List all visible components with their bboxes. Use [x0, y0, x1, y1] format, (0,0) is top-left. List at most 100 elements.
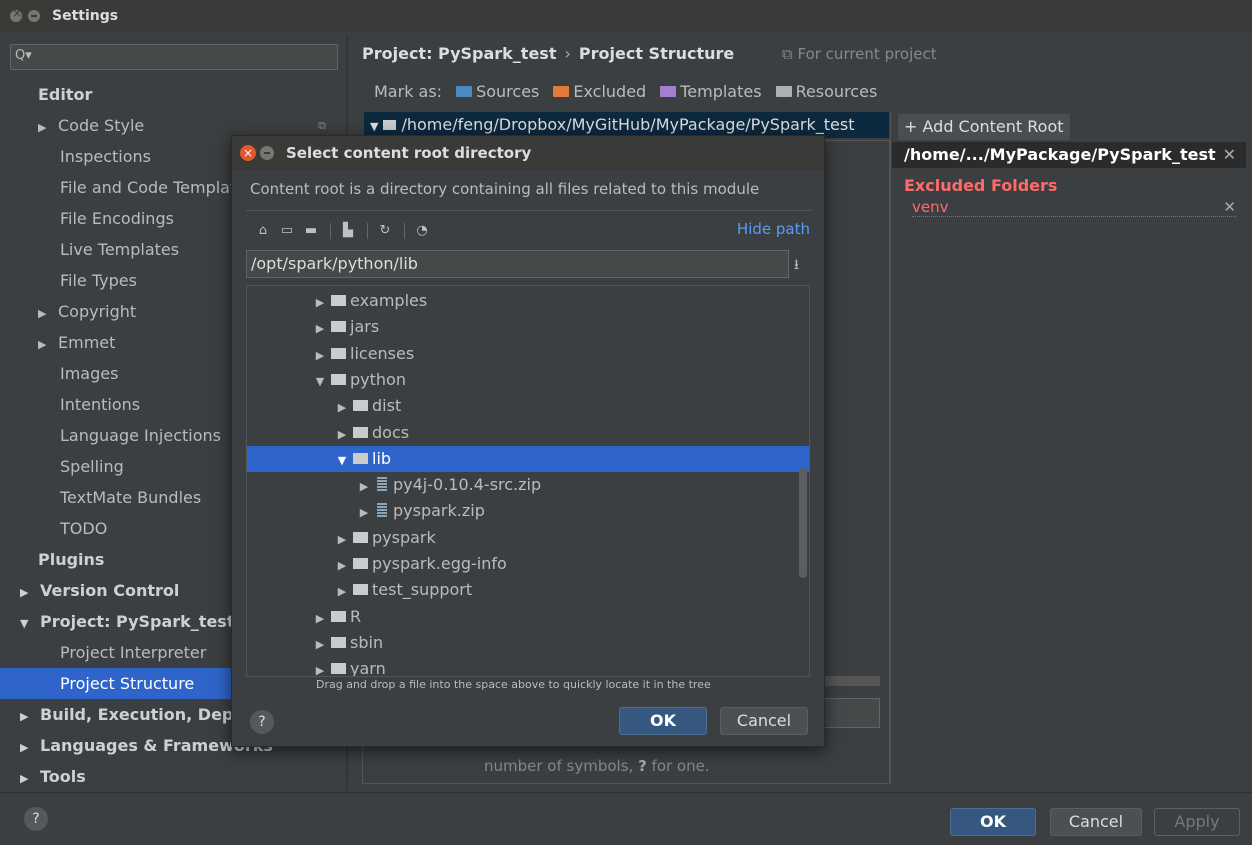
add-content-root-button[interactable]: + Add Content Root — [898, 114, 1070, 140]
sidebar-item-label: TODO — [60, 519, 108, 538]
mark-as-sources-button[interactable]: Sources — [456, 82, 539, 101]
file-tree-label: test_support — [372, 580, 473, 600]
sidebar-item-label: TextMate Bundles — [60, 488, 202, 507]
folder-icon — [331, 347, 346, 359]
file-tree-row[interactable]: ▶ test_support — [247, 577, 809, 603]
dialog-cancel-button[interactable]: Cancel — [720, 707, 808, 735]
sidebar-item-label: Emmet — [58, 333, 116, 352]
expand-arrow-icon[interactable]: ▶ — [20, 577, 40, 608]
expand-arrow-icon[interactable]: ▶ — [20, 763, 40, 794]
file-tree-label: py4j-0.10.4-src.zip — [393, 475, 542, 495]
expand-arrow-icon[interactable]: ▶ — [331, 422, 353, 448]
file-tree-label: yarn — [350, 659, 386, 677]
ok-button[interactable]: OK — [950, 808, 1036, 836]
file-tree-label: pyspark — [372, 527, 436, 547]
sidebar-item-label: Language Injections — [60, 426, 221, 445]
expand-arrow-icon[interactable]: ▶ — [309, 343, 331, 369]
sidebar-item[interactable]: ▶ Tools — [0, 761, 346, 792]
breadcrumb-separator: › — [564, 44, 571, 63]
file-tree-row[interactable]: ▶ pyspark — [247, 525, 809, 551]
expand-arrow-icon[interactable]: ▶ — [353, 474, 375, 500]
file-tree-row[interactable]: ▶ yarn — [247, 656, 809, 677]
download-icon[interactable]: ⭳ — [794, 254, 799, 278]
archive-icon — [377, 477, 387, 492]
file-tree-row[interactable]: ▶ R — [247, 604, 809, 630]
home-icon[interactable]: ⌂ — [252, 222, 274, 240]
mark-as-resources-button[interactable]: Resources — [775, 82, 877, 101]
expand-arrow-icon[interactable]: ▶ — [38, 298, 58, 329]
sidebar-item-label: Tools — [40, 767, 86, 786]
expand-arrow-icon[interactable]: ▶ — [353, 500, 375, 526]
folder-icon — [353, 426, 368, 438]
exclude-pattern-input[interactable] — [824, 698, 880, 728]
refresh-icon[interactable]: ↻ — [374, 222, 396, 240]
file-tree-row[interactable]: ▶ py4j-0.10.4-src.zip — [247, 472, 809, 498]
path-input[interactable]: /opt/spark/python/lib — [246, 250, 789, 278]
folder-icon — [353, 558, 368, 569]
dialog-close-icon[interactable]: × — [240, 145, 256, 161]
collapse-arrow-icon[interactable]: ▼ — [309, 369, 331, 395]
sidebar-item-label: Images — [60, 364, 119, 383]
mark-as-excluded-button[interactable]: Excluded — [553, 82, 646, 101]
expand-arrow-icon[interactable]: ▶ — [38, 112, 58, 143]
window-title-bar: Settings — [0, 0, 1252, 32]
sidebar-item[interactable]: Editor — [0, 79, 346, 110]
expand-arrow-icon[interactable]: ▶ — [38, 329, 58, 360]
mark-as-templates-button[interactable]: Templates — [660, 82, 762, 101]
collapse-arrow-icon[interactable]: ▼ — [20, 608, 40, 639]
dialog-help-button[interactable]: ? — [250, 710, 274, 734]
expand-arrow-icon[interactable]: ▶ — [309, 606, 331, 632]
folder-icon — [331, 373, 346, 385]
sidebar-item-label: Project Interpreter — [60, 643, 207, 662]
pattern-hint: number of symbols, ? for one. — [484, 757, 710, 775]
dialog-ok-button[interactable]: OK — [619, 707, 707, 735]
expand-arrow-icon[interactable]: ▶ — [331, 527, 353, 553]
sidebar-item-label: File Types — [60, 271, 137, 290]
sidebar-item-label: Copyright — [58, 302, 137, 321]
new-folder-icon[interactable]: ▙ — [337, 222, 359, 240]
settings-search-input[interactable]: Q▾ — [10, 44, 338, 70]
dialog-minimize-icon[interactable] — [260, 146, 274, 160]
expand-arrow-icon[interactable]: ▶ — [20, 701, 40, 732]
expand-arrow-icon[interactable]: ▼ — [370, 120, 378, 133]
hide-path-link[interactable]: Hide path — [737, 220, 810, 238]
excluded-folder-item: venv ✕ — [912, 198, 1236, 217]
sidebar-item-label: Plugins — [38, 550, 105, 569]
cancel-button[interactable]: Cancel — [1050, 808, 1142, 836]
window-close-icon[interactable] — [10, 6, 22, 22]
window-minimize-icon[interactable] — [28, 10, 40, 22]
expand-arrow-icon[interactable]: ▶ — [309, 658, 331, 676]
settings-footer: ? OK Cancel Apply — [0, 792, 1252, 845]
expand-arrow-icon[interactable]: ▶ — [309, 316, 331, 342]
apply-button[interactable]: Apply — [1154, 808, 1240, 836]
project-folder-icon[interactable]: ▬ — [300, 222, 322, 240]
sidebar-item-label: Inspections — [60, 147, 151, 166]
file-tree-row[interactable]: ▼ lib — [247, 445, 809, 474]
expand-arrow-icon[interactable]: ▶ — [331, 553, 353, 579]
file-tree-label: jars — [350, 317, 380, 337]
file-tree-row[interactable]: ▶ pyspark.zip — [247, 498, 809, 524]
file-tree-row[interactable]: ▶ pyspark.egg-info — [247, 551, 809, 577]
file-tree-row[interactable]: ▶ licenses — [247, 341, 809, 367]
help-button[interactable]: ? — [24, 807, 48, 831]
tree-scrollbar[interactable] — [799, 468, 807, 578]
file-tree-row[interactable]: ▼ python — [247, 367, 809, 393]
file-tree-row[interactable]: ▶ jars — [247, 314, 809, 340]
file-tree-row[interactable]: ▶ examples — [247, 288, 809, 314]
file-tree-label: sbin — [350, 632, 384, 652]
expand-arrow-icon[interactable]: ▶ — [309, 290, 331, 316]
file-tree-row[interactable]: ▶ sbin — [247, 630, 809, 656]
file-tree-row[interactable]: ▶ docs — [247, 420, 809, 446]
expand-arrow-icon[interactable]: ▶ — [309, 632, 331, 658]
folder-icon — [331, 610, 346, 622]
expand-arrow-icon[interactable]: ▶ — [20, 732, 40, 763]
expand-arrow-icon[interactable]: ▶ — [331, 579, 353, 605]
file-tree-row[interactable]: ▶ dist — [247, 393, 809, 419]
expand-arrow-icon[interactable]: ▶ — [331, 395, 353, 421]
collapse-arrow-icon[interactable]: ▼ — [331, 448, 353, 474]
remove-root-icon[interactable]: ✕ — [1223, 142, 1236, 168]
desktop-icon[interactable]: ▭ — [276, 222, 298, 240]
remove-excluded-icon[interactable]: ✕ — [1223, 198, 1236, 216]
show-hidden-icon[interactable]: ◔ — [411, 222, 433, 240]
sidebar-item-label: Spelling — [60, 457, 124, 476]
